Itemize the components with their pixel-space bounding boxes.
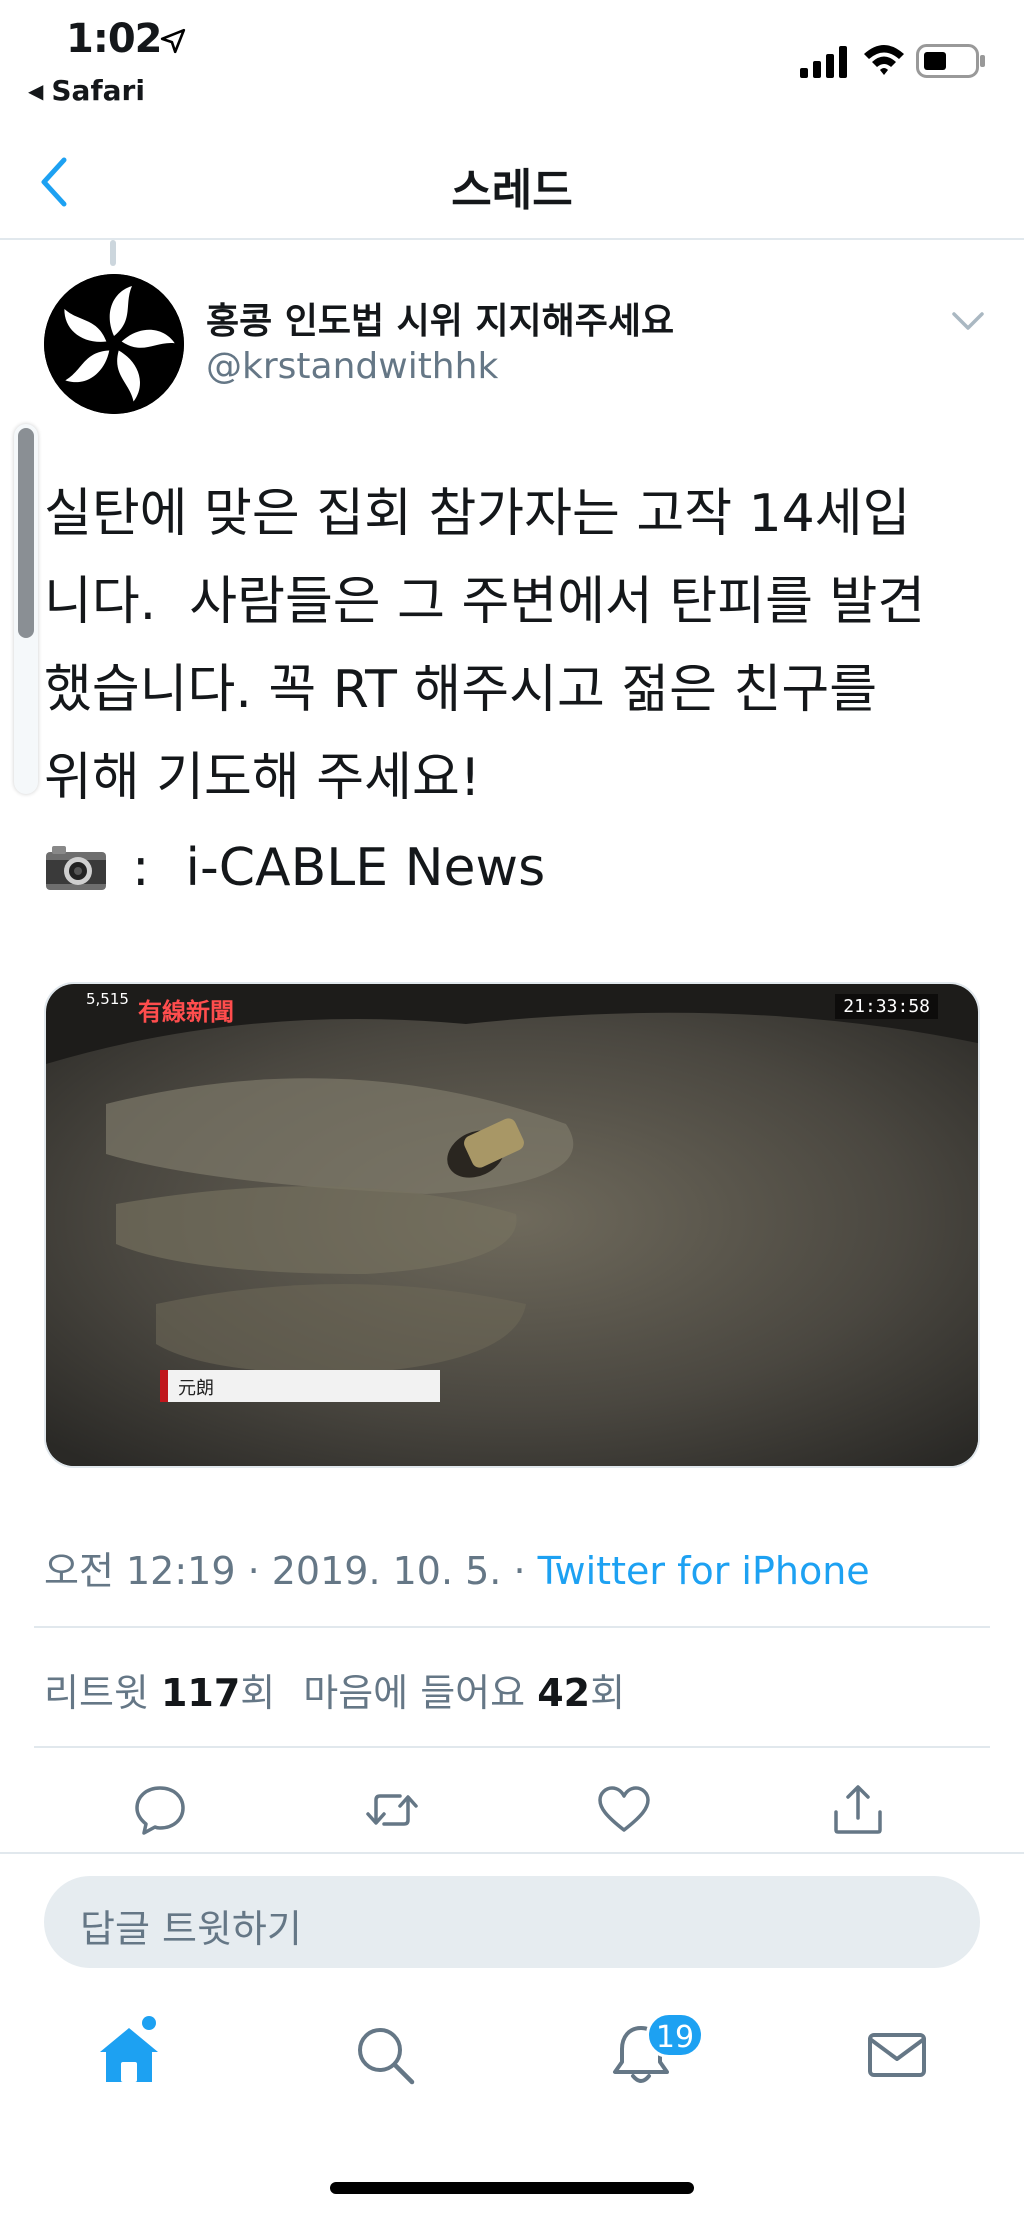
tweet-media-image[interactable]: 5,515 有線新聞 21:33:58 元朗 [44, 982, 980, 1468]
like-heart-icon[interactable] [596, 1782, 652, 1838]
home-indicator[interactable] [330, 2182, 694, 2194]
chevron-down-icon[interactable] [948, 306, 988, 336]
back-to-app-link[interactable]: ◀ Safari [28, 74, 145, 107]
home-new-dot [142, 2016, 156, 2030]
tweet-datetime: 오전 12:19 · 2019. 10. 5. · [44, 1549, 538, 1593]
cellular-signal-icon [800, 46, 847, 78]
back-triangle-icon: ◀ [28, 79, 44, 103]
tweet-action-bar [0, 1770, 1024, 1854]
tweet-source-link[interactable]: Twitter for iPhone [538, 1549, 870, 1593]
notifications-badge: 19 [646, 2012, 704, 2058]
divider [34, 1626, 990, 1628]
media-view-count: 5,515 [86, 990, 129, 1008]
media-location-caption: 元朗 [160, 1370, 440, 1402]
messages-envelope-icon[interactable] [864, 2022, 930, 2088]
media-channel-logo: 有線新聞 [138, 998, 234, 1026]
author-handle[interactable]: @krstandwithhk [206, 346, 498, 387]
bauhinia-flower-icon [44, 274, 184, 414]
likes-unit: 회 [590, 1671, 626, 1715]
reply-input[interactable]: 답글 트윗하기 [44, 1876, 980, 1968]
retweets-count: 117 [160, 1671, 241, 1715]
reply-placeholder: 답글 트윗하기 [80, 1907, 302, 1951]
search-icon[interactable] [352, 2022, 418, 2088]
tweet-stats: 리트윗 117회 마음에 들어요 42회 [44, 1662, 625, 1717]
tweet-meta: 오전 12:19 · 2019. 10. 5. · Twitter for iP… [44, 1540, 870, 1595]
status-time: 1:02 [66, 16, 162, 62]
avatar[interactable] [44, 274, 184, 414]
thread-connector [110, 240, 116, 266]
location-arrow-icon [160, 28, 186, 54]
back-app-label: Safari [51, 74, 145, 107]
divider [34, 1746, 990, 1748]
likes-stat[interactable]: 마음에 들어요 42회 [303, 1671, 625, 1715]
wifi-icon [864, 45, 904, 75]
status-bar: 1:02 ◀ Safari [0, 0, 1024, 120]
home-icon[interactable] [96, 2022, 162, 2088]
tweet-credit: : i-CABLE News [44, 838, 545, 898]
divider [0, 1852, 1024, 1854]
media-timestamp: 21:33:58 [835, 994, 938, 1019]
page-title: 스레드 [451, 165, 573, 216]
retweets-label: 리트윗 [44, 1671, 161, 1715]
scroll-thumb[interactable] [18, 428, 34, 638]
retweets-unit: 회 [240, 1671, 276, 1715]
likes-label: 마음에 들어요 [303, 1671, 538, 1715]
retweets-stat[interactable]: 리트윗 117회 [44, 1671, 275, 1715]
share-icon[interactable] [830, 1782, 886, 1838]
tweet-text: 실탄에 맞은 집회 참가자는 고작 14세입 니다. 사람들은 그 주변에서 탄… [44, 484, 926, 808]
battery-icon [916, 44, 985, 78]
credit-source: i-CABLE News [185, 838, 546, 898]
camera-icon [46, 846, 106, 890]
retweet-icon[interactable] [364, 1782, 420, 1838]
likes-count: 42 [537, 1671, 591, 1715]
navigation-bar: 스레드 [0, 130, 1024, 240]
credit-separator: : [132, 838, 150, 898]
scroll-indicator[interactable] [14, 424, 38, 794]
author-name[interactable]: 홍콩 인도법 시위 지지해주세요 [206, 292, 674, 344]
reply-icon[interactable] [132, 1782, 188, 1838]
